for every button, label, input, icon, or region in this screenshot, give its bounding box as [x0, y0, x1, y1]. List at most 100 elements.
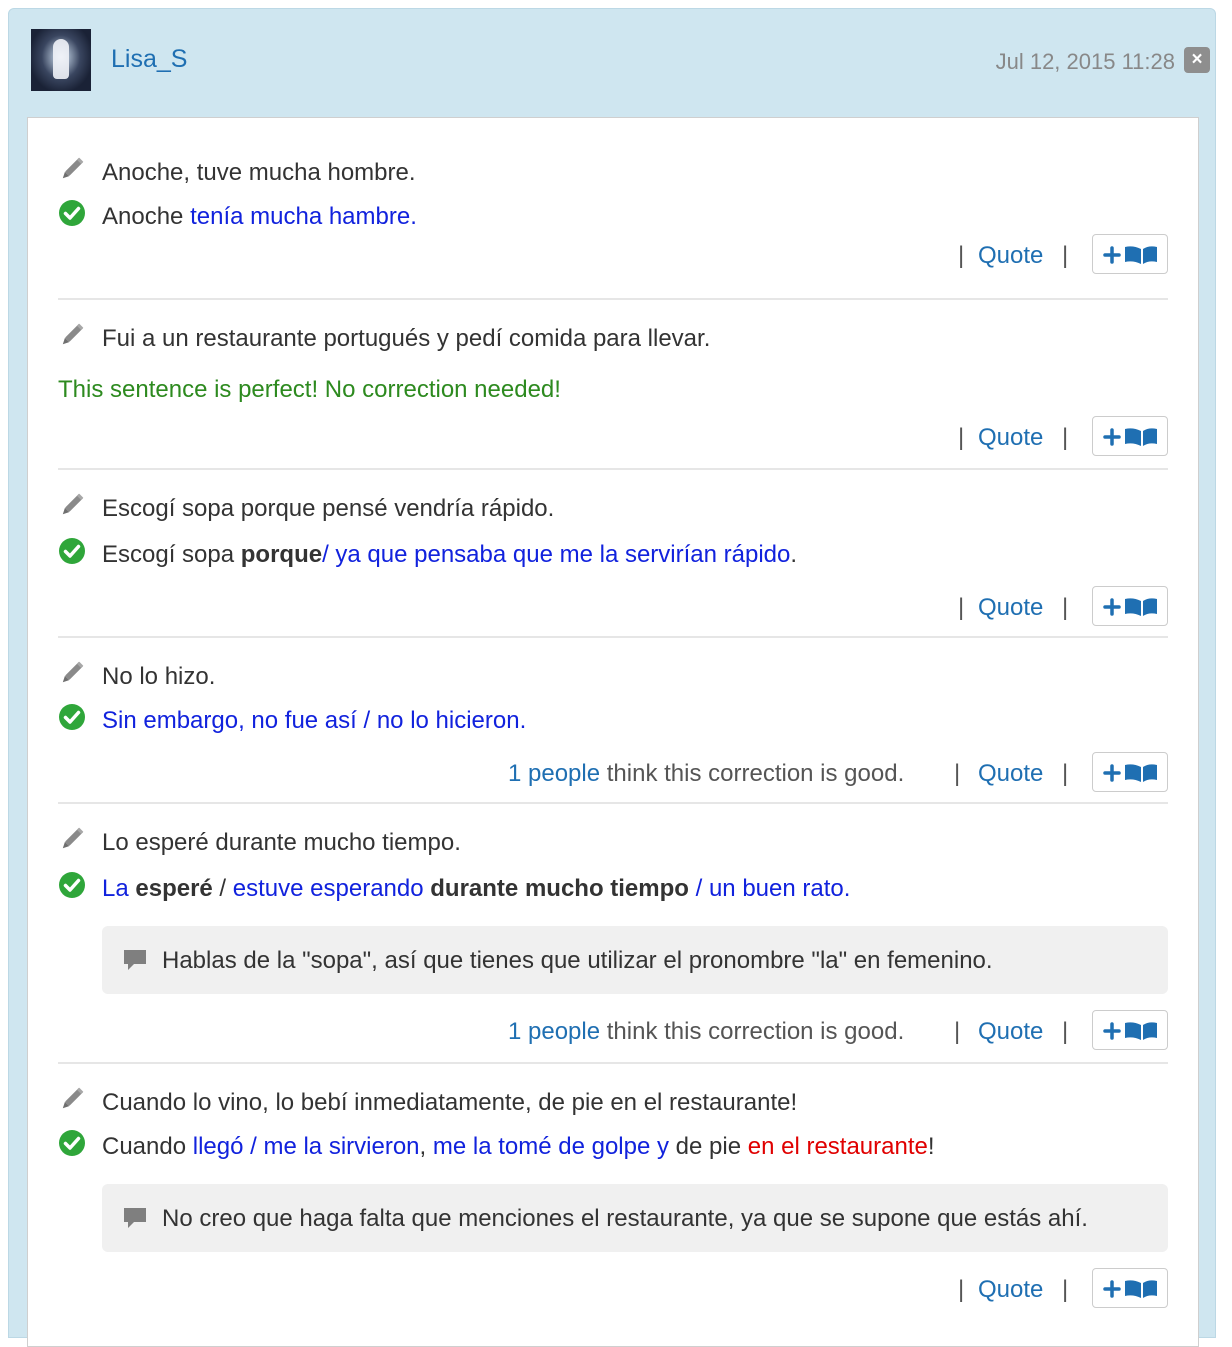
quote-link[interactable]: Quote: [978, 1276, 1043, 1304]
perfect-message: This sentence is perfect! No correction …: [58, 376, 561, 403]
post-header: Lisa_S Jul 12, 2015 11:28 ×: [9, 9, 1215, 115]
corrected-segment: Cuando: [102, 1133, 193, 1160]
quote-link[interactable]: Quote: [978, 242, 1043, 270]
correction-actions: 1 people think this correction is good. …: [508, 1010, 1168, 1052]
username-link[interactable]: Lisa_S: [111, 45, 187, 74]
comment-text: No creo que haga falta que menciones el …: [162, 1205, 1088, 1232]
corrected-segment: en el restaurante: [747, 1133, 928, 1160]
comment-text: Hablas de la "sopa", así que tienes que …: [162, 947, 993, 974]
separator: |: [1062, 424, 1069, 451]
corrected-text: Anoche tenía mucha hambre.: [102, 203, 417, 231]
plus-book-icon: [1103, 764, 1157, 782]
check-circle-icon: [58, 703, 88, 733]
check-circle-icon: [58, 199, 88, 229]
plus-book-icon: [1103, 428, 1157, 446]
separator: |: [1062, 760, 1069, 787]
corrected-segment: Anoche: [102, 203, 191, 230]
separator: |: [954, 1018, 961, 1045]
pencil-icon: [58, 825, 88, 855]
votes-label: think this correction is good.: [600, 760, 905, 787]
check-circle-icon: [58, 1129, 88, 1159]
correction-comment: Hablas de la "sopa", así que tienes que …: [102, 926, 1168, 994]
pencil-icon: [58, 491, 88, 521]
corrected-segment: durante mucho tiempo: [423, 875, 689, 902]
correction-block: Anoche, tuve mucha hombre. Anoche tenía …: [58, 142, 1168, 300]
correction-block: Lo esperé durante mucho tiempo. La esper…: [58, 802, 1168, 1064]
avatar[interactable]: [31, 29, 91, 91]
corrected-segment: Escogí sopa: [102, 541, 241, 568]
corrected-segment: / un buen rato.: [688, 875, 851, 902]
close-icon[interactable]: ×: [1184, 47, 1210, 73]
corrected-segment: tenía mucha hambre.: [190, 203, 417, 230]
corrected-segment: llegó / me la sirvieron: [192, 1133, 420, 1160]
corrected-text: La esperé / estuve esperando durante muc…: [102, 875, 850, 903]
quote-link[interactable]: Quote: [978, 760, 1043, 788]
plus-book-icon: [1103, 598, 1157, 616]
pencil-icon: [58, 155, 88, 185]
separator: |: [958, 242, 965, 269]
post-panel: Lisa_S Jul 12, 2015 11:28 × Anoche, tuve…: [8, 8, 1216, 1347]
separator: |: [958, 1276, 965, 1303]
original-text: Anoche, tuve mucha hombre.: [102, 159, 416, 186]
original-text: Lo esperé durante mucho tiempo.: [102, 829, 461, 856]
corrected-segment: /: [212, 875, 233, 902]
separator: |: [1062, 1018, 1069, 1045]
separator: |: [1062, 1276, 1069, 1303]
pencil-icon: [58, 1085, 88, 1115]
plus-book-icon: [1103, 246, 1157, 264]
corrected-segment: estuve esperando: [232, 875, 424, 902]
correction-block: Cuando lo vino, lo bebí inmediatamente, …: [58, 1062, 1168, 1322]
quote-link[interactable]: Quote: [978, 594, 1043, 622]
separator: |: [1062, 242, 1069, 269]
votes-label: think this correction is good.: [600, 1018, 905, 1045]
corrected-segment: Sin embargo, no fue así / no lo hicieron…: [102, 707, 527, 734]
correction-actions: | Quote |: [958, 416, 1168, 458]
correction-block: Escogí sopa porque pensé vendría rápido.…: [58, 468, 1168, 638]
original-text: Fui a un restaurante portugués y pedí co…: [102, 325, 711, 352]
separator: |: [1062, 594, 1069, 621]
original-text: Cuando lo vino, lo bebí inmediatamente, …: [102, 1089, 798, 1116]
plus-book-icon: [1103, 1280, 1157, 1298]
add-to-notebook-button[interactable]: [1092, 234, 1168, 274]
check-circle-icon: [58, 871, 88, 901]
pencil-icon: [58, 321, 88, 351]
corrected-segment: de pie: [669, 1133, 748, 1160]
votes-link[interactable]: 1 people: [508, 760, 600, 787]
correction-actions: 1 people think this correction is good. …: [508, 752, 1168, 794]
add-to-notebook-button[interactable]: [1092, 416, 1168, 456]
original-text: No lo hizo.: [102, 663, 216, 690]
pencil-icon: [58, 659, 88, 689]
correction-block: Fui a un restaurante portugués y pedí co…: [58, 298, 1168, 470]
add-to-notebook-button[interactable]: [1092, 586, 1168, 626]
comment-icon: [122, 1206, 148, 1235]
correction-actions: | Quote |: [958, 586, 1168, 628]
corrected-segment: La: [102, 875, 136, 902]
corrected-text: Sin embargo, no fue así / no lo hicieron…: [102, 707, 526, 735]
add-to-notebook-button[interactable]: [1092, 752, 1168, 792]
separator: |: [958, 424, 965, 451]
quote-link[interactable]: Quote: [978, 1018, 1043, 1046]
corrected-segment: porque: [240, 541, 323, 568]
original-text: Escogí sopa porque pensé vendría rápido.: [102, 495, 555, 522]
corrected-text: Cuando llegó / me la sirvieron, me la to…: [102, 1133, 935, 1161]
votes-text: 1 people think this correction is good.: [508, 1018, 904, 1046]
check-circle-icon: [58, 537, 88, 567]
add-to-notebook-button[interactable]: [1092, 1268, 1168, 1308]
correction-comment: No creo que haga falta que menciones el …: [102, 1184, 1168, 1252]
votes-link[interactable]: 1 people: [508, 1018, 600, 1045]
separator: |: [958, 594, 965, 621]
add-to-notebook-button[interactable]: [1092, 1010, 1168, 1050]
quote-link[interactable]: Quote: [978, 424, 1043, 452]
corrected-segment: me la tomé de golpe y: [432, 1133, 669, 1160]
corrected-segment: .: [790, 541, 798, 568]
corrected-segment: !: [927, 1133, 935, 1160]
correction-actions: | Quote |: [958, 234, 1168, 276]
separator: |: [954, 760, 961, 787]
votes-text: 1 people think this correction is good.: [508, 760, 904, 788]
corrected-text: Escogí sopa porque/ ya que pensaba que m…: [102, 541, 797, 569]
comment-icon: [122, 948, 148, 977]
corrected-segment: / ya que pensaba que me la servirían ráp…: [322, 541, 791, 568]
correction-actions: | Quote |: [958, 1268, 1168, 1310]
plus-book-icon: [1103, 1022, 1157, 1040]
post-date: Jul 12, 2015 11:28: [995, 49, 1175, 74]
